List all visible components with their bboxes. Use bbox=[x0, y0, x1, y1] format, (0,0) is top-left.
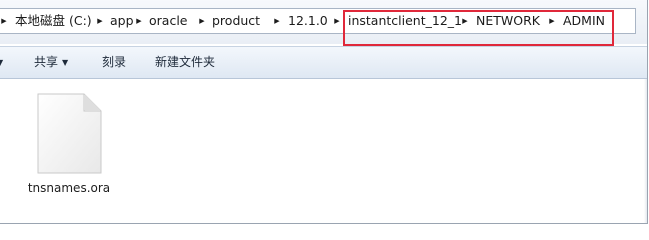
blank-document-icon bbox=[37, 93, 102, 174]
breadcrumb-item-admin[interactable]: ADMIN bbox=[563, 9, 605, 33]
breadcrumb-item-app[interactable]: app bbox=[110, 9, 134, 33]
share-button-label: 共享 bbox=[34, 55, 59, 69]
burn-button[interactable]: 刻录 bbox=[102, 47, 126, 78]
address-bar: ▶ 本地磁盘 (C:) ▶ app ▶ oracle ▶ product ▶ 1… bbox=[0, 0, 647, 46]
breadcrumb-item-drive[interactable]: 本地磁盘 (C:) bbox=[15, 9, 92, 33]
breadcrumb[interactable]: ▶ 本地磁盘 (C:) ▶ app ▶ oracle ▶ product ▶ 1… bbox=[0, 8, 636, 34]
breadcrumb-item-version[interactable]: 12.1.0 bbox=[288, 9, 328, 33]
right-triangle-icon[interactable]: ▶ bbox=[95, 9, 105, 33]
file-name: tnsnames.ora bbox=[27, 181, 111, 195]
breadcrumb-item-instantclient[interactable]: instantclient_12_1 bbox=[348, 9, 462, 33]
right-triangle-icon[interactable]: ▶ bbox=[332, 9, 342, 33]
chevron-down-icon: ▼ bbox=[62, 58, 69, 67]
new-folder-button[interactable]: 新建文件夹 bbox=[155, 47, 215, 78]
chevron-down-icon[interactable]: ▼ bbox=[0, 47, 3, 78]
breadcrumb-item-product[interactable]: product bbox=[212, 9, 260, 33]
file-list-pane[interactable]: tnsnames.ora bbox=[0, 79, 647, 223]
right-triangle-icon[interactable]: ▶ bbox=[134, 9, 144, 33]
command-toolbar: ▼ 共享▼ 刻录 新建文件夹 bbox=[0, 46, 647, 79]
breadcrumb-item-network[interactable]: NETWORK bbox=[476, 9, 540, 33]
right-triangle-icon[interactable]: ▶ bbox=[197, 9, 207, 33]
right-triangle-icon[interactable]: ▶ bbox=[272, 9, 282, 33]
right-triangle-icon[interactable]: ▶ bbox=[0, 9, 9, 33]
explorer-window: ▶ 本地磁盘 (C:) ▶ app ▶ oracle ▶ product ▶ 1… bbox=[0, 0, 648, 224]
right-triangle-icon[interactable]: ▶ bbox=[460, 9, 470, 33]
share-button[interactable]: 共享 ▼ bbox=[34, 47, 68, 78]
right-triangle-icon[interactable]: ▶ bbox=[547, 9, 557, 33]
breadcrumb-item-oracle[interactable]: oracle bbox=[149, 9, 187, 33]
scroll-edge bbox=[644, 79, 647, 223]
file-item[interactable]: tnsnames.ora bbox=[22, 89, 116, 201]
